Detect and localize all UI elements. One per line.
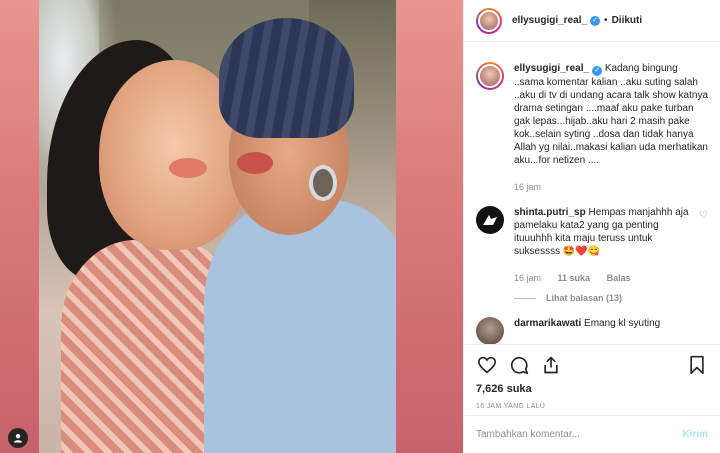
caption-author-avatar[interactable] <box>476 62 504 90</box>
photo-person-right-turban <box>219 18 354 138</box>
commenter-avatar[interactable] <box>476 206 504 234</box>
comment-time[interactable]: 16 jam <box>514 273 541 283</box>
post-comment-button[interactable]: Kirim <box>682 429 708 440</box>
comment-likes[interactable]: 11 suka <box>558 273 591 283</box>
comment-username[interactable]: shinta.putri_sp <box>514 207 586 218</box>
caption: ellysugigi_real_ ✓ Kadang bingung ..sama … <box>476 62 708 194</box>
photo-person-left-lips <box>169 158 207 178</box>
like-heart-icon[interactable] <box>476 354 498 376</box>
following-button[interactable]: Diikuti <box>612 15 643 26</box>
post-time[interactable]: 16 JAM YANG LALU <box>476 403 708 410</box>
view-replies-label: Lihat balasan (13) <box>546 293 623 303</box>
comments-list: ellysugigi_real_ ✓ Kadang bingung ..sama … <box>464 42 720 344</box>
post-side-panel: ellysugigi_real_ ✓ • Diikuti ellysugigi_… <box>463 0 720 453</box>
author-avatar[interactable] <box>476 7 502 34</box>
photo-person-right-lips <box>237 152 273 174</box>
caption-time[interactable]: 16 jam <box>514 182 541 192</box>
add-comment-bar: Kirim <box>464 415 720 453</box>
caption-username[interactable]: ellysugigi_real_ <box>514 63 589 74</box>
comment-like-heart-icon[interactable]: ♡ <box>699 210 708 221</box>
reply-button[interactable]: Balas <box>607 273 631 283</box>
share-icon[interactable] <box>540 354 562 376</box>
comment-username[interactable]: darmarikawati <box>514 318 581 329</box>
comment-row: shinta.putri_sp Hempas manjahhh aja pame… <box>476 206 708 285</box>
caption-body: ellysugigi_real_ ✓ Kadang bingung ..sama … <box>514 62 708 194</box>
like-count[interactable]: 7,626 suka <box>476 383 708 395</box>
post-actions: 7,626 suka 16 JAM YANG LALU <box>464 344 720 410</box>
comment-input[interactable] <box>476 429 683 440</box>
post-media-area <box>0 0 463 453</box>
comment-bubble-icon[interactable] <box>508 354 530 376</box>
commenter-avatar[interactable] <box>476 317 504 344</box>
post-photo[interactable] <box>39 0 396 453</box>
comment-body: darmarikawati Emang kl syuting <box>514 317 708 344</box>
reply-divider-line <box>514 298 536 300</box>
comment-meta: 16 jam 11 suka Balas <box>514 272 690 285</box>
tagged-users-button[interactable] <box>8 428 28 448</box>
caption-meta: 16 jam <box>514 181 708 194</box>
verified-badge-icon: ✓ <box>590 15 601 26</box>
photo-earring <box>309 165 337 201</box>
view-replies-button[interactable]: Lihat balasan (13) <box>514 293 708 303</box>
separator-dot: • <box>604 15 608 26</box>
action-icons-row <box>476 351 708 379</box>
caption-text: Kadang bingung ..sama komentar kalian ..… <box>514 63 709 166</box>
comment-row: darmarikawati Emang kl syuting <box>476 317 708 344</box>
verified-badge-icon: ✓ <box>592 66 603 76</box>
author-username[interactable]: ellysugigi_real_ <box>512 15 587 26</box>
comment-text: Emang kl syuting <box>581 318 661 329</box>
comment-body: shinta.putri_sp Hempas manjahhh aja pame… <box>514 206 708 285</box>
bookmark-icon[interactable] <box>686 354 708 376</box>
bird-logo-icon <box>483 215 497 225</box>
photo-person-right-body <box>204 200 396 453</box>
person-icon <box>14 434 22 443</box>
post-header: ellysugigi_real_ ✓ • Diikuti <box>464 0 720 42</box>
